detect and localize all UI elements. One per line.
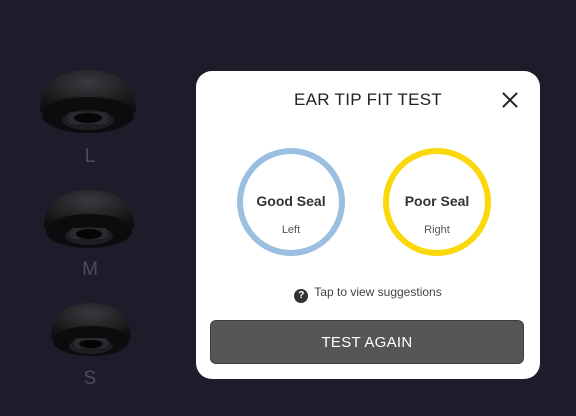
ear-tip-medium-icon xyxy=(44,190,134,248)
view-suggestions-link[interactable]: ? Tap to view suggestions xyxy=(196,285,540,303)
dialog-title: EAR TIP FIT TEST xyxy=(293,90,443,109)
fit-test-dialog: EAR TIP FIT TEST Good Seal Left Poor Sea… xyxy=(196,71,540,379)
suggestions-text: Tap to view suggestions xyxy=(314,285,442,299)
question-icon: ? xyxy=(294,289,309,303)
ear-tip-size-label: M xyxy=(82,259,98,280)
ear-tip-size-label: L xyxy=(84,146,96,167)
ear-tip-size-label: S xyxy=(83,368,97,389)
right-seal-status: Poor Seal xyxy=(404,193,470,209)
test-again-button[interactable]: TEST AGAIN xyxy=(210,320,524,364)
ear-tip-large[interactable] xyxy=(38,68,138,140)
left-seal-indicator: Good Seal Left xyxy=(237,148,345,256)
close-icon[interactable] xyxy=(500,90,520,110)
left-side-label: Left xyxy=(281,224,301,236)
right-seal-indicator: Poor Seal Right xyxy=(383,148,491,256)
ear-tip-small[interactable] xyxy=(49,301,133,363)
left-seal-status: Good Seal xyxy=(256,193,326,209)
ear-tip-medium[interactable] xyxy=(42,188,136,254)
right-side-label: Right xyxy=(424,224,450,236)
ear-tip-large-icon xyxy=(40,70,136,133)
ear-tip-small-icon xyxy=(51,303,131,356)
